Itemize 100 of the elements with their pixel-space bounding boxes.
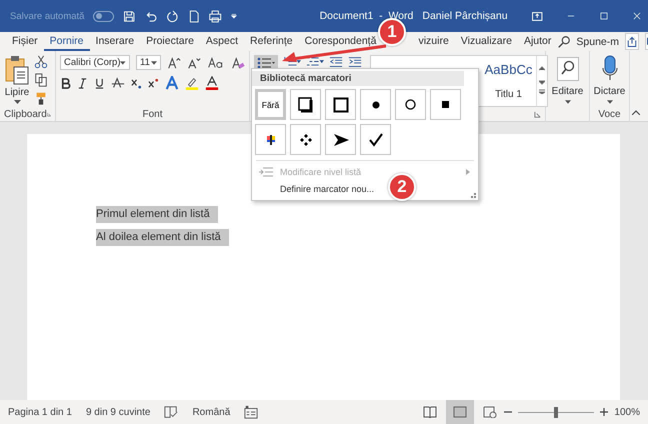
tell-me-field[interactable]: Spune-m	[576, 36, 620, 48]
ribbon-tab[interactable]: Proiectare	[140, 32, 200, 51]
bullet-option[interactable]	[290, 89, 321, 120]
group-label: Voce	[598, 108, 621, 120]
bullet-option[interactable]	[395, 89, 426, 120]
caret-icon[interactable]	[14, 100, 20, 104]
superscript-icon[interactable]	[148, 78, 159, 88]
save-icon[interactable]	[123, 8, 136, 24]
numbered-list-icon[interactable]	[283, 55, 301, 68]
share-button[interactable]	[625, 33, 640, 50]
caret-icon[interactable]	[606, 100, 612, 104]
microphone-icon[interactable]	[602, 55, 618, 81]
bullet-option[interactable]	[430, 89, 461, 120]
document-text: Al doilea element din listă	[96, 229, 229, 246]
editing-label[interactable]: Editare	[552, 86, 584, 97]
text-effects-icon[interactable]	[165, 76, 179, 90]
ribbon-tab[interactable]: Referințe	[244, 32, 299, 51]
square-icon	[332, 96, 348, 112]
dialog-launcher-icon[interactable]	[46, 110, 51, 118]
zoom-in-icon[interactable]	[600, 408, 608, 416]
web-page-icon	[483, 406, 498, 418]
bullet-option[interactable]	[325, 89, 356, 120]
group-label: Font	[142, 108, 162, 120]
diamonds-icon	[300, 134, 312, 146]
bullet-option[interactable]	[360, 89, 391, 120]
accessibility-icon[interactable]	[244, 405, 258, 419]
bullet-option[interactable]	[290, 124, 321, 155]
paste-icon[interactable]	[4, 55, 30, 85]
dictate-label[interactable]: Dictare	[594, 86, 626, 97]
printer-icon[interactable]	[209, 8, 222, 24]
change-case-icon[interactable]	[207, 56, 225, 69]
bullet-option[interactable]: Fără	[255, 89, 286, 120]
ribbon-tab[interactable]: Fișier	[6, 32, 44, 51]
dialog-launcher-icon[interactable]	[534, 110, 541, 118]
bullet-option[interactable]	[255, 124, 286, 155]
decrease-indent-icon[interactable]	[329, 55, 343, 69]
page-count[interactable]: Pagina 1 din 1	[8, 406, 72, 418]
share-icon	[626, 36, 638, 48]
document-text: Primul element din listă	[96, 206, 218, 223]
autosave-label: Salvare automată	[10, 10, 84, 22]
caret-icon	[120, 60, 126, 64]
word-count[interactable]: 9 din 9 cuvinte	[86, 406, 150, 418]
ribbon-tab[interactable]: Aspect	[200, 32, 244, 51]
square-icon	[442, 101, 449, 108]
dot-icon	[372, 100, 380, 108]
bullet-option[interactable]	[360, 124, 391, 155]
multilevel-list-icon[interactable]	[306, 55, 324, 68]
bullet-option[interactable]	[325, 124, 356, 155]
redo-icon[interactable]	[166, 8, 179, 24]
view-button[interactable]	[446, 400, 474, 424]
subscript-icon[interactable]	[131, 78, 142, 88]
user-name[interactable]: Daniel Pârchișanu	[422, 10, 508, 22]
close-icon[interactable]	[632, 10, 642, 22]
search-icon[interactable]	[557, 34, 572, 48]
caret-icon	[151, 60, 157, 64]
ribbon-tab[interactable]: Vizualizare	[454, 32, 518, 51]
font-size-field[interactable]: 11	[136, 55, 161, 70]
style-item[interactable]: AaBbCc Titlu 1	[481, 56, 536, 106]
ribbon-tab[interactable]: Inserare	[90, 32, 140, 51]
autosave-toggle[interactable]	[93, 10, 114, 22]
customize-icon[interactable]	[230, 12, 237, 20]
circle-icon	[405, 99, 416, 110]
zoom-level[interactable]: 100%	[614, 406, 640, 418]
maximize-icon[interactable]	[599, 10, 610, 22]
paste-label[interactable]: Lipire	[4, 87, 30, 98]
grow-font-icon[interactable]	[167, 56, 181, 70]
format-painter-icon[interactable]	[34, 91, 48, 105]
colorful-bullet-icon	[266, 134, 276, 144]
ribbon-tab[interactable]: Ajutor	[518, 32, 558, 51]
check-icon	[368, 132, 382, 146]
search-icon[interactable]	[556, 57, 578, 81]
increase-indent-icon[interactable]	[348, 55, 362, 69]
italic-icon[interactable]	[77, 78, 88, 88]
menu-heading: Bibliotecă marcatori	[252, 71, 464, 86]
arrowhead-icon	[332, 132, 348, 146]
shadow-square-icon	[298, 96, 314, 112]
zoom-slider-thumb[interactable]	[554, 406, 558, 418]
bold-icon[interactable]	[60, 78, 71, 88]
caret-icon[interactable]	[564, 100, 570, 104]
list-level-icon	[259, 166, 273, 176]
page-icon	[453, 406, 468, 418]
highlighter-icon[interactable]	[185, 76, 199, 90]
menu-item[interactable]: Definire marcator nou...	[280, 184, 374, 194]
document-icon[interactable]	[188, 8, 200, 24]
underline-icon[interactable]	[94, 78, 105, 88]
scissors-icon[interactable]	[34, 55, 48, 69]
clear-formatting-icon[interactable]	[231, 56, 245, 70]
font-color-icon[interactable]	[205, 76, 219, 90]
proofing-icon[interactable]	[164, 405, 178, 419]
copy-icon[interactable]	[34, 73, 48, 87]
ribbon-tab[interactable]: vizuire	[412, 32, 455, 51]
shrink-font-icon[interactable]	[187, 56, 201, 70]
font-family-field[interactable]: Calibri (Corp)	[60, 55, 130, 70]
bullet-list-icon	[257, 57, 275, 69]
gallery-scroll-icon[interactable]	[539, 64, 545, 94]
collapse-ribbon-icon[interactable]	[632, 110, 640, 115]
book-icon	[423, 406, 438, 418]
language-label[interactable]: Română	[192, 406, 230, 418]
strikethrough-icon[interactable]	[111, 76, 125, 90]
resize-grip-icon[interactable]	[471, 193, 476, 198]
